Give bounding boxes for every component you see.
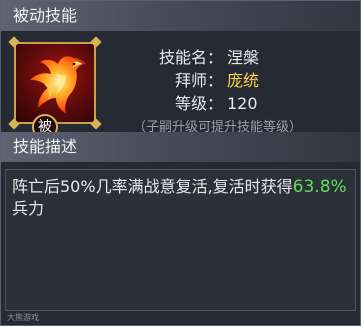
skill-description-box: 阵亡后50%几率满战意复活,复活时获得63.8% 兵力 — [5, 169, 356, 311]
description-highlight: 63.8% — [292, 177, 347, 197]
skill-name-label: 技能名： — [158, 48, 223, 67]
level-row: 等级： 120 — [143, 90, 258, 114]
skill-name-value: 涅槃 — [227, 48, 260, 67]
watermark: 大熊游戏 — [7, 313, 39, 322]
description-text-tail: 兵力 — [12, 199, 45, 218]
passive-skill-header: 被动技能 — [1, 1, 360, 31]
phoenix-icon — [30, 56, 86, 114]
description-text: 阵亡后50%几率满战意复活,复活时获得 — [12, 177, 293, 196]
skill-panel: 被动技能 被 技能名： 涅槃 拜师： 庞统 等级： 120 （子嗣升级可提升技能… — [0, 0, 361, 326]
level-value: 120 — [227, 94, 258, 113]
teacher-row: 拜师： 庞统 — [143, 67, 259, 91]
skill-name-row: 技能名： 涅槃 — [143, 44, 259, 68]
level-label: 等级： — [174, 94, 223, 113]
teacher-label: 拜师： — [174, 71, 223, 90]
teacher-value: 庞统 — [227, 71, 260, 90]
skill-description-header: 技能描述 — [1, 132, 360, 162]
skill-icon-frame[interactable]: 被 — [8, 36, 102, 140]
